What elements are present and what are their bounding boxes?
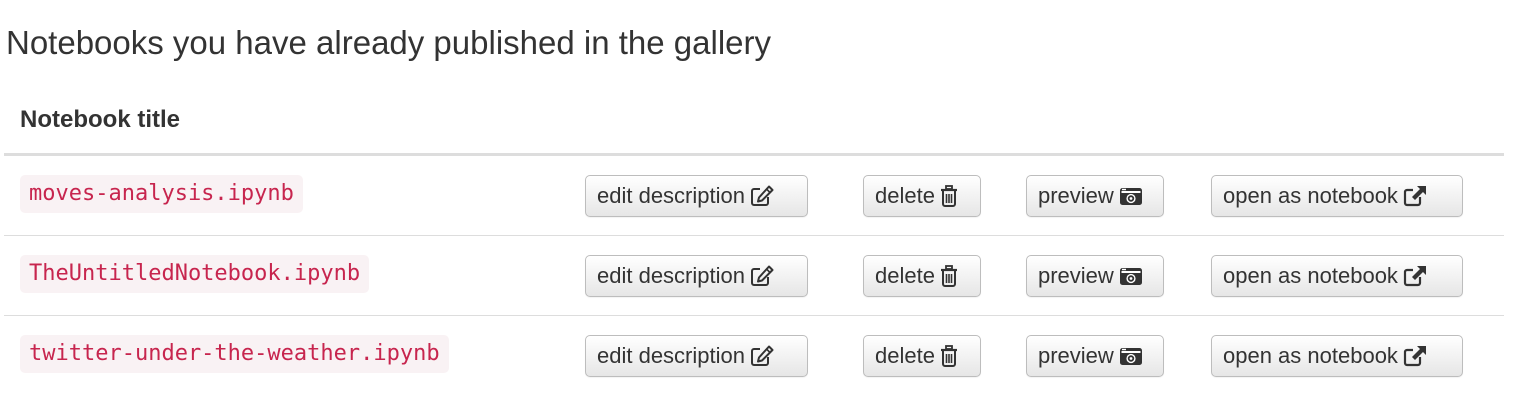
page-title: Notebooks you have already published in … (6, 24, 771, 61)
pencil-square-icon (750, 345, 774, 367)
external-link-icon (1403, 185, 1427, 207)
column-header-notebook-title: Notebook title (20, 106, 180, 133)
preview-label: preview (1038, 343, 1114, 368)
external-link-icon (1403, 345, 1427, 367)
preview-button[interactable]: preview (1026, 255, 1164, 297)
open-as-notebook-button[interactable]: open as notebook (1211, 335, 1463, 377)
delete-label: delete (875, 183, 935, 208)
notebook-name: TheUntitledNotebook.ipynb (20, 255, 370, 293)
table-row: twitter-under-the-weather.ipynb edit des… (4, 316, 1504, 396)
open-as-notebook-label: open as notebook (1223, 183, 1398, 208)
delete-button[interactable]: delete (863, 335, 981, 377)
edit-description-button[interactable]: edit description (585, 175, 808, 217)
table-header: Notebook title (4, 92, 1504, 156)
notebook-name: moves-analysis.ipynb (20, 175, 303, 213)
open-as-notebook-label: open as notebook (1223, 343, 1398, 368)
edit-description-label: edit description (597, 263, 745, 288)
notebook-name: twitter-under-the-weather.ipynb (20, 335, 449, 373)
preview-label: preview (1038, 183, 1114, 208)
edit-description-label: edit description (597, 183, 745, 208)
table-row: moves-analysis.ipynb edit description de… (4, 156, 1504, 236)
trash-icon (940, 185, 958, 207)
camera-icon (1119, 186, 1143, 206)
trash-icon (940, 345, 958, 367)
edit-description-button[interactable]: edit description (585, 255, 808, 297)
table-row: TheUntitledNotebook.ipynb edit descripti… (4, 236, 1504, 316)
pencil-square-icon (750, 265, 774, 287)
open-as-notebook-button[interactable]: open as notebook (1211, 255, 1463, 297)
preview-label: preview (1038, 263, 1114, 288)
delete-label: delete (875, 263, 935, 288)
preview-button[interactable]: preview (1026, 175, 1164, 217)
open-as-notebook-label: open as notebook (1223, 263, 1398, 288)
delete-button[interactable]: delete (863, 255, 981, 297)
delete-label: delete (875, 343, 935, 368)
trash-icon (940, 265, 958, 287)
edit-description-button[interactable]: edit description (585, 335, 808, 377)
preview-button[interactable]: preview (1026, 335, 1164, 377)
camera-icon (1119, 346, 1143, 366)
camera-icon (1119, 266, 1143, 286)
pencil-square-icon (750, 185, 774, 207)
open-as-notebook-button[interactable]: open as notebook (1211, 175, 1463, 217)
external-link-icon (1403, 265, 1427, 287)
delete-button[interactable]: delete (863, 175, 981, 217)
published-notebooks-table: Notebook title moves-analysis.ipynb edit… (4, 92, 1504, 396)
edit-description-label: edit description (597, 343, 745, 368)
